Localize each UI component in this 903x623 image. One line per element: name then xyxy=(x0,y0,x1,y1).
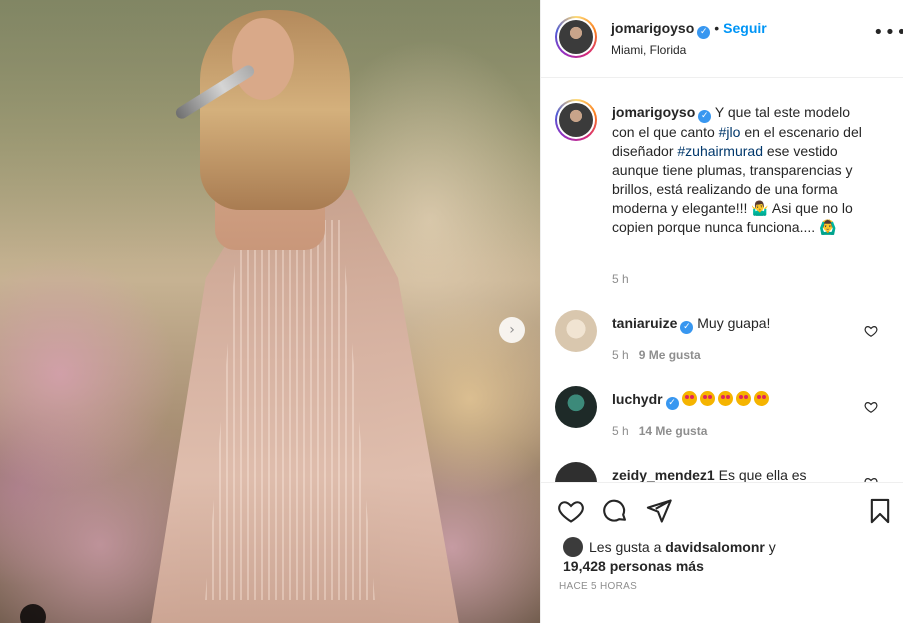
liked-by-user[interactable]: davidsalomonr xyxy=(665,539,765,555)
author-name-line: jomarigoyso ✓ • Seguir xyxy=(611,20,767,39)
comment-text: taniaruize ✓ Muy guapa! xyxy=(612,314,872,334)
commenter-avatar[interactable] xyxy=(555,386,597,428)
comment-item: taniaruize ✓ Muy guapa! 5 h 9 Me gusta xyxy=(541,310,903,370)
post-header: jomarigoyso✓•Seguir Miami, Florida ••• xyxy=(541,0,903,78)
author-avatar[interactable] xyxy=(555,16,597,58)
comment-item: luchydr ✓ 5 h 14 Me gusta xyxy=(541,386,903,446)
post-timestamp[interactable]: HACE 5 HORAS xyxy=(559,581,637,592)
more-options-icon[interactable]: ••• xyxy=(873,24,903,42)
caption-text: jomarigoyso ✓ Y que tal este modelo con e… xyxy=(612,103,872,237)
comment-body: Es que ella es xyxy=(718,467,807,482)
follow-button[interactable]: Seguir xyxy=(723,20,767,36)
likes-count[interactable]: 19,428 personas más xyxy=(563,558,704,574)
comment-text: zeidy_mendez1 Es que ella es xyxy=(612,466,872,482)
post-side-panel: jomarigoyso✓•Seguir Miami, Florida ••• j… xyxy=(540,0,903,623)
like-heart-icon[interactable] xyxy=(557,497,585,525)
photo-flowers-left xyxy=(0,260,180,623)
photo-singer-face xyxy=(232,18,294,100)
heart-eyes-emoji-icon xyxy=(754,391,770,406)
commenter-avatar[interactable] xyxy=(555,462,597,482)
post-photo[interactable]: › xyxy=(0,0,540,623)
save-bookmark-icon[interactable] xyxy=(866,497,894,525)
commenter-avatar[interactable] xyxy=(555,310,597,352)
heart-eyes-emoji-icon xyxy=(682,391,698,406)
author-username[interactable]: jomarigoyso xyxy=(611,20,694,36)
like-comment-heart-icon[interactable] xyxy=(864,324,878,338)
caption-time[interactable]: 5 h xyxy=(612,272,629,286)
liked-by-prefix: Les gusta a xyxy=(589,539,666,555)
comment-likes[interactable]: 14 Me gusta xyxy=(639,424,708,438)
comment-meta: 5 h 9 Me gusta xyxy=(612,348,701,362)
tagged-users-button[interactable] xyxy=(20,604,46,623)
comment-time[interactable]: 5 h xyxy=(612,424,629,438)
separator-dot: • xyxy=(714,20,720,36)
instagram-post: › jomarigoyso✓•Seguir Miami, Florida ••• xyxy=(0,0,903,623)
comment-body: Muy guapa! xyxy=(697,315,771,331)
caption-username[interactable]: jomarigoyso xyxy=(612,104,695,120)
like-comment-heart-icon[interactable] xyxy=(864,400,878,414)
commenter-username[interactable]: luchydr xyxy=(612,391,663,407)
share-paper-plane-icon[interactable] xyxy=(645,497,673,525)
commenter-username[interactable]: zeidy_mendez1 xyxy=(612,467,715,482)
comment-text: luchydr ✓ xyxy=(612,390,872,410)
heart-eyes-emoji-icon xyxy=(736,391,752,406)
liked-by-suffix: y xyxy=(764,539,776,555)
caption-author-avatar[interactable] xyxy=(555,99,597,141)
comment-meta: 5 h 14 Me gusta xyxy=(612,424,707,438)
verified-badge-icon: ✓ xyxy=(665,397,679,410)
verified-badge-icon: ✓ xyxy=(680,321,694,334)
verified-badge-icon: ✓ xyxy=(698,110,712,123)
comments-list[interactable]: jomarigoyso ✓ Y que tal este modelo con e… xyxy=(541,79,903,482)
next-photo-button[interactable]: › xyxy=(499,317,525,343)
heart-eyes-emoji-icon xyxy=(718,391,734,406)
verified-badge-icon: ✓ xyxy=(697,26,711,39)
liked-by-line: Les gusta a davidsalomonr y xyxy=(563,537,776,557)
hashtag-zuhairmurad[interactable]: #zuhairmurad xyxy=(677,143,763,159)
liker-avatar[interactable] xyxy=(563,537,583,557)
chevron-right-icon: › xyxy=(509,322,515,338)
comment-time[interactable]: 5 h xyxy=(612,348,629,362)
comment-item: zeidy_mendez1 Es que ella es xyxy=(541,462,903,482)
comment-emoji-row xyxy=(682,391,772,407)
likes-summary: Les gusta a davidsalomonr y 19,428 perso… xyxy=(563,537,776,576)
comment-likes[interactable]: 9 Me gusta xyxy=(639,348,701,362)
comment-bubble-icon[interactable] xyxy=(601,497,629,525)
caption-entry: jomarigoyso ✓ Y que tal este modelo con e… xyxy=(541,99,903,299)
hashtag-jlo[interactable]: #jlo xyxy=(719,124,741,140)
post-location[interactable]: Miami, Florida xyxy=(611,43,686,57)
heart-eyes-emoji-icon xyxy=(700,391,716,406)
post-actions: Les gusta a davidsalomonr y 19,428 perso… xyxy=(541,482,903,623)
commenter-username[interactable]: taniaruize xyxy=(612,315,677,331)
